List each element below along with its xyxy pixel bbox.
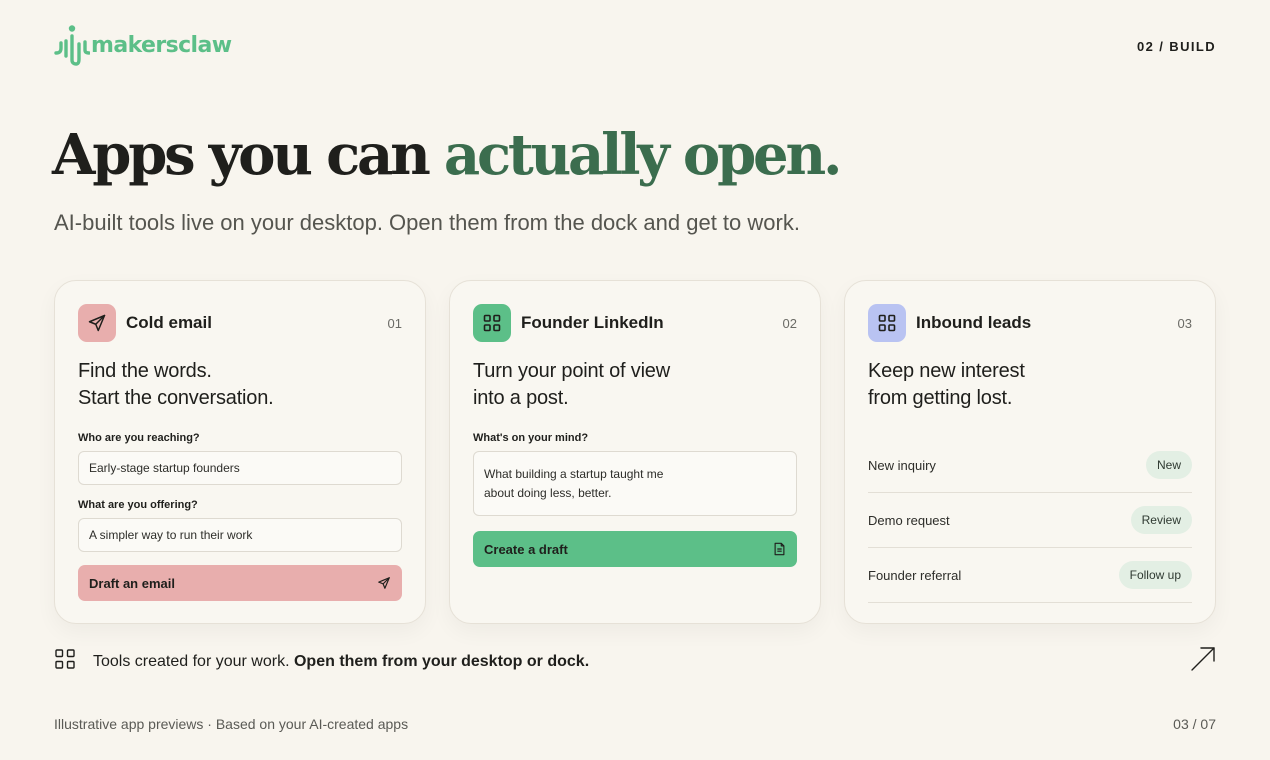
tools-caption-text: Tools created for your work. Open them f…: [93, 653, 589, 671]
lead-row[interactable]: Demo request Review: [868, 493, 1192, 548]
description-line: Find the words.: [78, 360, 212, 382]
arrow-up-right-icon[interactable]: [1190, 646, 1216, 677]
footer-note: Illustrative app previews · Based on you…: [54, 716, 409, 732]
lead-name: New inquiry: [868, 457, 936, 473]
button-label: Create a draft: [484, 541, 568, 557]
document-icon: [773, 542, 786, 556]
app-description: Find the words. Start the conversation.: [78, 358, 402, 412]
brand-name: makersclaw: [91, 32, 232, 58]
field-label-offer: What are you offering?: [78, 499, 198, 511]
tools-caption: Tools created for your work. Open them f…: [54, 648, 589, 675]
card-header: Founder LinkedIn 02: [473, 304, 797, 342]
description-line: Start the conversation.: [78, 387, 274, 409]
status-badge: New: [1145, 451, 1192, 479]
app-title: Inbound leads: [916, 313, 1032, 332]
card-header: Inbound leads 03: [868, 304, 1192, 342]
app-title: Founder LinkedIn: [521, 313, 664, 332]
lead-row[interactable]: Founder referral Follow up: [868, 548, 1192, 603]
makersclaw-logo-icon: [54, 25, 90, 66]
brand-logo: makersclaw: [54, 24, 232, 66]
card-header: Cold email 01: [78, 304, 402, 342]
page-title: Apps you can actually open.: [52, 122, 843, 188]
description-line: into a post.: [473, 387, 569, 409]
lead-row[interactable]: New inquiry New: [868, 438, 1192, 493]
field-label-audience: Who are you reaching?: [78, 432, 200, 444]
page-counter: 03 / 07: [1173, 716, 1216, 732]
app-card-inbound-leads[interactable]: Inbound leads 03 Keep new interest from …: [844, 280, 1216, 624]
page-subtitle: AI-built tools live on your desktop. Ope…: [54, 210, 800, 235]
app-title: Cold email: [126, 313, 212, 332]
title-accent: actually open.: [443, 122, 843, 188]
app-number: 03: [1177, 315, 1192, 331]
tools-bold: Open them from your desktop or dock.: [293, 652, 590, 670]
topic-textarea[interactable]: What building a startup taught me about …: [473, 451, 797, 516]
status-badge: Follow up: [1118, 561, 1192, 589]
lead-list: New inquiry New Demo request Review Foun…: [868, 438, 1192, 603]
section-label: 02 / BUILD: [1136, 39, 1216, 54]
audience-input[interactable]: Early-stage startup founders: [78, 451, 402, 485]
app-card-cold-email[interactable]: Cold email 01 Find the words. Start the …: [54, 280, 426, 624]
status-badge: Review: [1130, 506, 1192, 534]
lead-name: Demo request: [868, 512, 950, 528]
paper-plane-icon: [78, 304, 116, 342]
send-icon: [377, 576, 391, 590]
field-label-topic: What's on your mind?: [473, 432, 589, 444]
grid-icon: [868, 304, 906, 342]
lead-name: Founder referral: [868, 567, 962, 583]
app-number: 01: [387, 315, 402, 331]
tools-text: Tools created for your work.: [93, 652, 290, 670]
button-label: Draft an email: [89, 575, 175, 591]
grid-icon: [473, 304, 511, 342]
description-line: Turn your point of view: [473, 360, 670, 382]
app-description: Keep new interest from getting lost.: [868, 358, 1192, 412]
draft-email-button[interactable]: Draft an email: [78, 565, 402, 601]
description-line: Keep new interest: [868, 360, 1025, 382]
app-number: 02: [782, 315, 797, 331]
app-description: Turn your point of view into a post.: [473, 358, 797, 412]
app-card-founder-linkedin[interactable]: Founder LinkedIn 02 Turn your point of v…: [449, 280, 821, 624]
description-line: from getting lost.: [868, 387, 1013, 409]
create-draft-button[interactable]: Create a draft: [473, 531, 797, 567]
offer-input[interactable]: A simpler way to run their work: [78, 518, 402, 552]
grid-icon: [54, 648, 76, 675]
title-part: Apps you can: [52, 122, 444, 188]
